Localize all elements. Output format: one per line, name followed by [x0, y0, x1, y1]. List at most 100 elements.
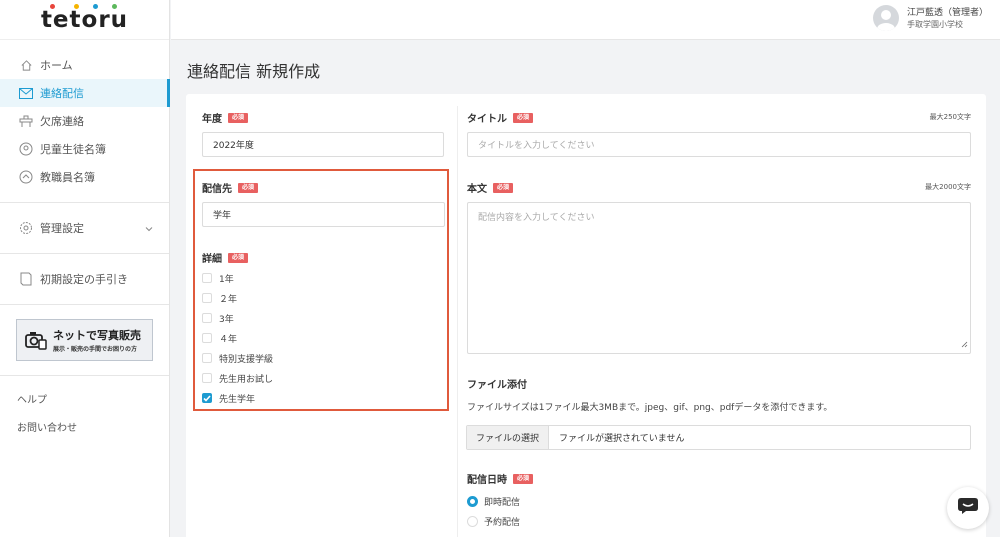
checkbox-checked[interactable] [202, 393, 212, 403]
year-label: 年度 必須 [202, 110, 249, 125]
destination-select[interactable]: 学年 [202, 202, 445, 227]
title-label-text: タイトル [467, 114, 507, 125]
required-badge: 必須 [228, 112, 249, 123]
body-placeholder: 配信内容を入力してください [478, 213, 595, 223]
divider [0, 375, 169, 376]
checkbox[interactable] [202, 293, 212, 303]
title-label: タイトル 必須 [467, 110, 534, 125]
attachment-note: ファイルサイズは1ファイル最大3MBまで。jpeg、gif、png、pdfデータ… [467, 403, 833, 413]
title-input[interactable]: タイトルを入力してください [467, 132, 971, 157]
chat-button[interactable] [947, 487, 989, 529]
logo-dot [74, 3, 80, 9]
file-status: ファイルが選択されていません [559, 434, 685, 444]
sidebar-item-students[interactable]: 児童生徒名簿 [0, 135, 169, 163]
radio-immediate[interactable]: 即時配信 [467, 491, 520, 511]
year-label-text: 年度 [202, 114, 222, 125]
required-badge: 必須 [513, 473, 534, 484]
sidebar: tetoru ホーム 連絡配信 欠席連絡 児童生徒名簿 教職員名簿 管理設定 初… [0, 0, 170, 537]
divider [457, 106, 458, 537]
checkbox-teacher-trial[interactable]: 先生用お試し [202, 368, 273, 388]
gear-icon [18, 220, 34, 236]
chevron-down-icon [145, 222, 153, 235]
sidebar-item-label: 児童生徒名簿 [40, 143, 106, 156]
user-name: 江戸藍透（管理者） [906, 7, 988, 18]
avatar [872, 5, 899, 31]
photo-sales-banner[interactable]: ネットで写真販売 展示・販売の手間でお困りの方 [16, 319, 153, 361]
logo-dot [49, 3, 55, 9]
sidebar-nav: ホーム 連絡配信 欠席連絡 児童生徒名簿 教職員名簿 管理設定 初期設定の手引き… [0, 40, 170, 443]
radio[interactable] [467, 515, 478, 527]
school-name: 手取学園小学校 [906, 19, 963, 29]
body-maxlen: 最大2000文字 [925, 183, 971, 191]
choose-file-button[interactable]: ファイルの選択 [467, 426, 550, 449]
logo[interactable]: tetoru [0, 0, 169, 40]
attachment-label: ファイル添付 [467, 376, 527, 391]
file-input[interactable]: ファイルの選択 ファイルが選択されていません [466, 425, 971, 450]
checkbox[interactable] [202, 273, 212, 283]
schedule-label: 配信日時 必須 [467, 471, 534, 486]
radio-label: 予約配信 [484, 517, 521, 528]
divider [0, 253, 169, 254]
required-badge: 必須 [493, 182, 514, 193]
divider [0, 202, 169, 203]
checkbox-label: ２年 [219, 294, 238, 305]
radio-scheduled[interactable]: 予約配信 [467, 511, 520, 531]
sidebar-item-label: 初期設定の手引き [40, 273, 128, 286]
required-badge: 必須 [238, 182, 259, 193]
promo-subtitle: 展示・販売の手間でお困りの方 [53, 346, 138, 353]
sidebar-item-label: 教職員名簿 [40, 171, 95, 184]
destination-highlight: 配信先 必須 学年 詳細 必須 1年 ２年 3年 ４年 特別支援学級 先生用お試… [193, 169, 449, 411]
year-select[interactable]: 2022年度 [202, 132, 444, 157]
checkbox-grade-4[interactable]: ４年 [202, 328, 273, 348]
body-label: 本文 必須 [467, 180, 514, 195]
destination-label-text: 配信先 [202, 184, 232, 195]
checkbox-grade-3[interactable]: 3年 [202, 308, 273, 328]
checkbox-grade-1[interactable]: 1年 [202, 268, 273, 288]
book-icon [18, 271, 34, 287]
resize-handle-icon[interactable] [961, 341, 968, 351]
checkbox[interactable] [202, 313, 212, 323]
checkbox-label: 1年 [219, 274, 234, 285]
details-checkbox-list: 1年 ２年 3年 ４年 特別支援学級 先生用お試し 先生学年 [202, 268, 273, 408]
checkbox[interactable] [202, 373, 212, 383]
details-label-text: 詳細 [202, 254, 222, 265]
promo-title: ネットで写真販売 [53, 329, 141, 342]
required-badge: 必須 [228, 252, 249, 263]
checkbox[interactable] [202, 333, 212, 343]
logo-dot [112, 3, 118, 9]
checkbox-label: 3年 [219, 314, 234, 325]
checkbox-grade-2[interactable]: ２年 [202, 288, 273, 308]
sidebar-item-home[interactable]: ホーム [0, 51, 169, 79]
sidebar-item-settings[interactable]: 管理設定 [0, 214, 169, 242]
absence-icon [18, 113, 34, 129]
title-maxlen: 最大250文字 [929, 113, 971, 121]
title-placeholder: タイトルを入力してください [478, 141, 595, 151]
destination-value: 学年 [213, 211, 232, 221]
radio-selected[interactable] [467, 495, 478, 507]
body-textarea[interactable]: 配信内容を入力してください [467, 202, 971, 354]
camera-icon [25, 330, 47, 350]
staff-list-icon [18, 169, 34, 185]
divider [0, 304, 169, 305]
details-label: 詳細 必須 [202, 250, 249, 265]
checkbox-label: 先生学年 [219, 394, 256, 405]
help-link[interactable]: ヘルプ [0, 387, 169, 415]
year-value: 2022年度 [213, 141, 254, 151]
checkbox-label: 特別支援学級 [219, 354, 274, 365]
checkbox-special-class[interactable]: 特別支援学級 [202, 348, 273, 368]
checkbox[interactable] [202, 353, 212, 363]
checkbox-teacher-grade[interactable]: 先生学年 [202, 388, 273, 408]
sidebar-item-staff[interactable]: 教職員名簿 [0, 163, 169, 191]
sidebar-item-messages[interactable]: 連絡配信 [0, 79, 170, 107]
user-menu[interactable]: 江戸藍透（管理者） 手取学園小学校 [872, 5, 988, 31]
destination-label: 配信先 必須 [202, 180, 259, 195]
home-icon [18, 57, 34, 73]
contact-link[interactable]: お問い合わせ [0, 415, 169, 443]
logo-text: tetoru [41, 3, 128, 33]
sidebar-item-guide[interactable]: 初期設定の手引き [0, 265, 169, 293]
sidebar-item-absence[interactable]: 欠席連絡 [0, 107, 169, 135]
logo-dot [93, 3, 99, 9]
checkbox-label: ４年 [219, 334, 238, 345]
radio-label: 即時配信 [484, 497, 521, 508]
checkmark-icon [203, 394, 211, 402]
